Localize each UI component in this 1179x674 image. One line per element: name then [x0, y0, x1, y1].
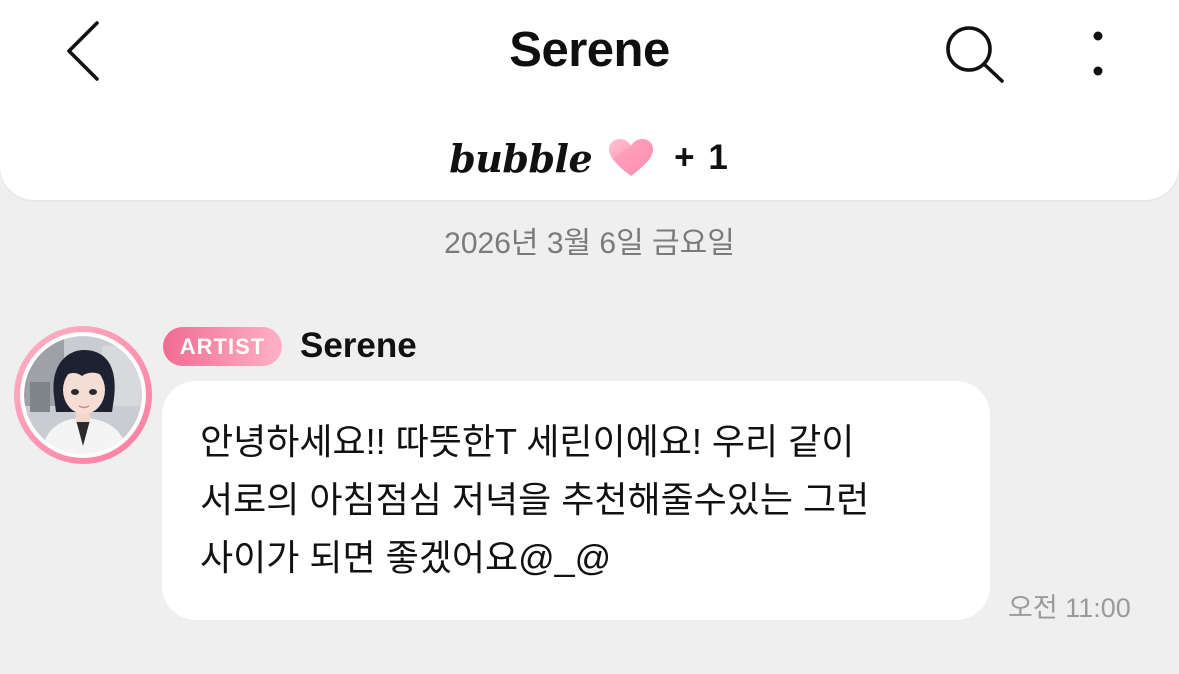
- sender-name[interactable]: Serene: [300, 326, 417, 366]
- more-vertical-icon: [1093, 31, 1103, 76]
- artist-badge: ARTIST: [163, 327, 282, 366]
- avatar-image: [24, 336, 142, 454]
- bubble-status[interactable]: bubble + 1: [0, 132, 1179, 184]
- date-separator: 2026년 3월 6일 금요일: [444, 227, 735, 260]
- bubble-logo: bubble: [449, 135, 593, 181]
- search-icon: [946, 26, 1004, 83]
- avatar[interactable]: [14, 326, 152, 464]
- message-text: 안녕하세요!! 따뜻한T 세린이에요! 우리 같이 서로의 아침점심 저녁을 추…: [200, 421, 870, 578]
- message-bubble[interactable]: 안녕하세요!! 따뜻한T 세린이에요! 우리 같이 서로의 아침점심 저녁을 추…: [162, 381, 990, 620]
- avatar-frame: [20, 332, 146, 458]
- heart-icon: [608, 137, 654, 179]
- more-options-button[interactable]: [1078, 24, 1118, 80]
- chat-header: Serene bubble + 1: [0, 0, 1179, 200]
- bubble-count: + 1: [674, 138, 730, 177]
- search-button[interactable]: [940, 22, 1008, 86]
- message-timestamp: 오전 11:00: [1008, 593, 1131, 623]
